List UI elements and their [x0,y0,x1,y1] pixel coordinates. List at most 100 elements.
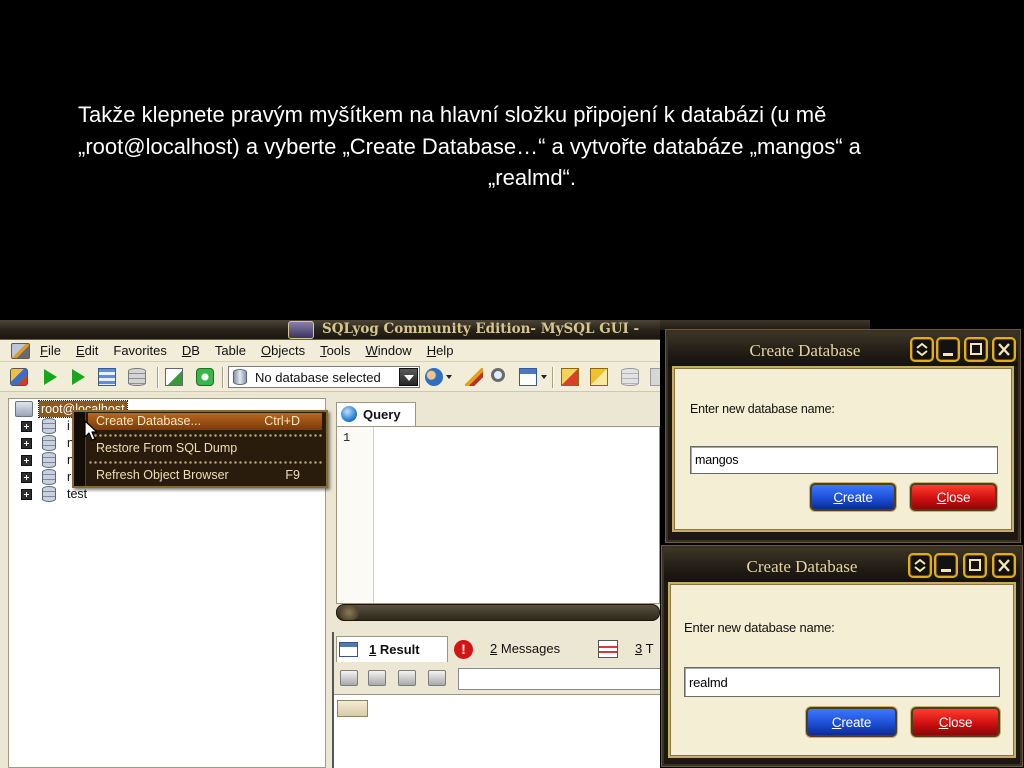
create-database-dialog: Create Database Enter new database name:… [666,330,1020,542]
create-database-menu-item[interactable]: Create Database... Ctrl+D [88,413,322,430]
menu-db[interactable]: DB [182,343,200,358]
expand-icon[interactable] [21,438,32,449]
table-icon[interactable] [519,368,537,386]
create-database-dialog: Create Database Enter new database name:… [662,546,1022,766]
connection-icon[interactable] [11,343,30,359]
database-label[interactable]: r [67,469,71,485]
minimize-button[interactable] [936,337,960,362]
roll-up-button[interactable] [910,337,934,362]
database-icon [42,435,56,451]
expand-icon[interactable] [21,489,32,500]
maximize-icon [970,343,982,355]
close-window-button[interactable] [992,553,1016,578]
tab-number: 2 [490,641,498,656]
results-toolbar-icon[interactable] [428,670,446,686]
create-button[interactable]: Create [806,707,897,737]
grid-header-cell[interactable] [337,700,368,717]
results-toolbar-icon[interactable] [398,670,416,686]
tab-third[interactable]: 3 T [596,636,660,662]
refresh-browser-menu-item[interactable]: Refresh Object Browser F9 [88,467,322,484]
tab-query-label: Query [363,407,401,422]
results-grid[interactable] [334,694,660,768]
brush-icon[interactable] [465,368,483,386]
title-bar[interactable]: SQLyog Community Edition- MySQL GUI - [0,320,660,340]
menu-file[interactable]: File [40,343,61,358]
maximize-button[interactable] [963,553,987,578]
database-icon [42,418,56,434]
create-button[interactable]: Create [810,483,896,511]
up-down-chevron-icon [914,558,926,573]
dialog-title-bar[interactable]: Create Database [668,332,1018,366]
maximize-icon [969,559,981,571]
toolbar: No database selected [0,362,660,392]
menu-table[interactable]: Table [215,343,246,358]
window-title: SQLyog Community Edition- MySQL GUI - [322,321,640,337]
tab-number: 1 [369,642,377,657]
results-toolbar-icon[interactable] [340,670,358,686]
execute-all-icon[interactable] [72,369,85,385]
close-button-label: Close [936,489,971,505]
results-filter-input[interactable] [458,668,660,690]
expand-icon[interactable] [21,421,32,432]
menu-help[interactable]: Help [427,343,454,358]
expand-icon[interactable] [21,472,32,483]
chevron-down-icon[interactable] [541,375,547,379]
restore-dump-menu-item[interactable]: Restore From SQL Dump [88,440,322,457]
database-selector[interactable]: No database selected [228,366,420,388]
database-name-input[interactable]: realmd [684,667,1000,697]
tab-result[interactable]: 1 Result [336,636,448,662]
database-name-input[interactable]: mangos [690,446,998,474]
slide-caption: Takže klepnete pravým myšítkem na hlavní… [78,99,986,194]
results-panel: 1 Result ! 2 Messages 3 T [332,632,660,768]
query-panel: Query 1 [332,398,660,630]
execute-query-icon[interactable] [44,369,57,385]
tab-query[interactable]: Query [336,402,416,426]
menu-edit[interactable]: Edit [76,343,98,358]
connect-icon[interactable] [10,368,28,386]
query-editor[interactable]: 1 [336,426,660,604]
menu-items: File Edit Favorites DB Table Objects Too… [40,343,453,358]
menu-objects[interactable]: Objects [261,343,305,358]
table-data-icon[interactable] [98,368,116,386]
dialog-title-bar[interactable]: Create Database [664,548,1020,582]
export-icon[interactable] [561,368,579,386]
close-window-button[interactable] [992,337,1016,362]
user-manager-icon[interactable] [425,368,443,386]
close-button[interactable]: Close [911,707,1000,737]
tree-row-database[interactable]: test [9,486,325,502]
database-selector-value: No database selected [255,370,381,385]
horizontal-scrollbar[interactable] [336,604,660,621]
line-number-gutter: 1 [337,427,374,603]
close-button[interactable]: Close [910,483,997,511]
table-data-icon [598,640,618,658]
results-toolbar-icon[interactable] [368,670,386,686]
refresh-icon[interactable] [196,368,214,386]
menu-favorites[interactable]: Favorites [113,343,166,358]
menu-item-label: Refresh Object Browser [96,468,229,482]
database-icon[interactable] [128,368,146,386]
menu-separator [88,460,322,465]
menu-tools[interactable]: Tools [320,343,350,358]
database-tool-icon[interactable] [650,368,660,386]
sql-file-icon[interactable] [165,368,183,386]
up-down-chevron-icon [916,342,928,357]
database-label[interactable]: i [67,418,70,434]
dialog-title: Create Database [746,557,858,576]
roll-up-button[interactable] [908,553,932,578]
database-label[interactable]: test [67,486,87,502]
tab-messages[interactable]: ! 2 Messages [452,636,592,662]
menu-separator [88,433,322,438]
chevron-down-icon[interactable] [399,368,418,386]
caption-line-3: „realmd“. [487,165,576,190]
menu-window[interactable]: Window [365,343,411,358]
minimize-button[interactable] [934,553,958,578]
import-icon[interactable] [590,368,608,386]
scroll-left-button[interactable] [339,605,359,620]
menu-item-label: Restore From SQL Dump [96,441,238,455]
chevron-down-icon[interactable] [446,375,452,379]
maximize-button[interactable] [964,337,988,362]
expand-icon[interactable] [21,455,32,466]
database-tool-icon[interactable] [621,368,639,386]
search-icon[interactable] [491,368,505,382]
create-button-label: Create [833,489,873,505]
